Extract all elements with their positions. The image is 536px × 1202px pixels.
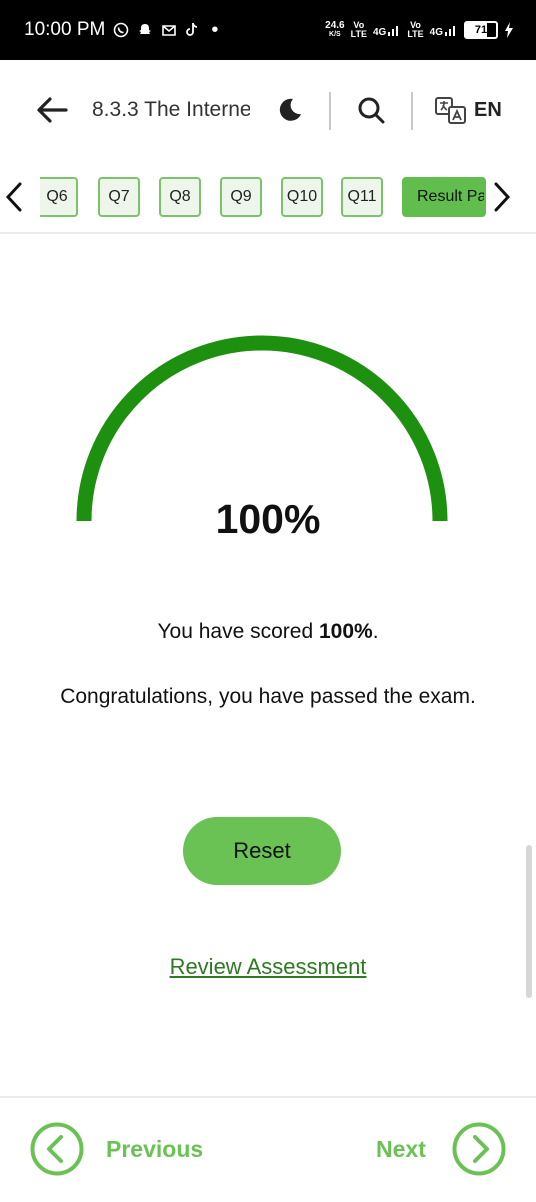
charging-icon — [505, 22, 513, 38]
search-icon[interactable] — [357, 96, 385, 124]
result-page-tab[interactable]: Result Page — [402, 177, 486, 217]
language-selector[interactable]: EN — [474, 99, 502, 122]
bottom-navigation: Previous Next — [0, 1096, 536, 1202]
volte-indicator-1: Vo LTE — [351, 21, 367, 39]
signal-1: 4G — [372, 23, 401, 38]
speed-unit: K/S — [329, 31, 341, 38]
chevron-left-icon[interactable] — [4, 182, 24, 212]
gmail-icon — [162, 25, 177, 36]
reset-button[interactable]: Reset — [183, 817, 341, 885]
signal-bars-icon — [388, 26, 399, 36]
question-q7[interactable]: Q7 — [98, 177, 140, 217]
pass-message: Congratulations, you have passed the exa… — [60, 685, 476, 708]
volte2-bottom: LTE — [407, 29, 424, 39]
score-suffix: . — [372, 620, 379, 643]
header-divider — [411, 92, 413, 130]
battery-icon: 71 — [464, 21, 498, 39]
translate-icon[interactable] — [434, 96, 468, 126]
net2-label: 4G — [429, 27, 443, 38]
signal-bars-icon — [445, 26, 455, 36]
next-button[interactable]: Next — [376, 1136, 426, 1163]
moon-icon[interactable] — [275, 96, 303, 124]
question-navigation: Q6 Q7 Q8 Q9 Q10 Q11 Result Page — [0, 164, 536, 234]
score-value: 100% — [318, 620, 373, 643]
chevron-right-circle-icon[interactable] — [452, 1122, 506, 1176]
header-divider — [329, 92, 331, 130]
question-q6[interactable]: Q6 — [40, 177, 78, 217]
system-indicators: 24.6 K/S Vo LTE 4G Vo LTE 4G 71 — [325, 21, 514, 39]
chevron-right-icon[interactable] — [492, 182, 512, 212]
question-q8[interactable]: Q8 — [159, 177, 201, 217]
question-q9[interactable]: Q9 — [220, 177, 262, 217]
tiktok-icon — [186, 22, 198, 36]
network-speed: 24.6 K/S — [325, 21, 344, 39]
net1-label: 4G — [372, 27, 387, 38]
question-q10[interactable]: Q10 — [281, 177, 323, 217]
score-gauge-arc — [76, 335, 448, 522]
speed-value: 24.6 — [325, 20, 345, 31]
status-bar: 10:00 PM • 24.6 K/S Vo LTE 4G Vo LTE 4G … — [0, 0, 536, 60]
volte-indicator-2: Vo LTE — [407, 21, 423, 39]
arrow-left-icon[interactable] — [36, 96, 68, 124]
whatsapp-icon — [114, 22, 129, 38]
app-header: 8.3.3 The Internet Conn EN — [0, 60, 536, 164]
score-summary: You have scored 100%. — [0, 620, 536, 644]
battery-level: 71 — [474, 23, 488, 36]
review-assessment-link[interactable]: Review Assessment — [0, 954, 536, 980]
status-time: 10:00 PM — [24, 19, 106, 40]
score-prefix: You have scored — [157, 620, 319, 643]
signal-2: 4G — [429, 23, 458, 38]
previous-button[interactable]: Previous — [106, 1136, 203, 1163]
volte1-bottom: LTE — [350, 29, 367, 39]
question-strip: Q6 Q7 Q8 Q9 Q10 Q11 Result Page — [40, 177, 486, 219]
scrollbar[interactable] — [526, 845, 532, 998]
score-percentage: 100% — [215, 496, 321, 542]
notification-icons: • — [113, 19, 218, 42]
question-q11[interactable]: Q11 — [341, 177, 383, 217]
chevron-left-circle-icon[interactable] — [30, 1122, 84, 1176]
snapchat-icon — [139, 24, 152, 34]
more-notifications-dot: • — [211, 18, 219, 41]
page-title: 8.3.3 The Internet Conn — [92, 98, 250, 121]
